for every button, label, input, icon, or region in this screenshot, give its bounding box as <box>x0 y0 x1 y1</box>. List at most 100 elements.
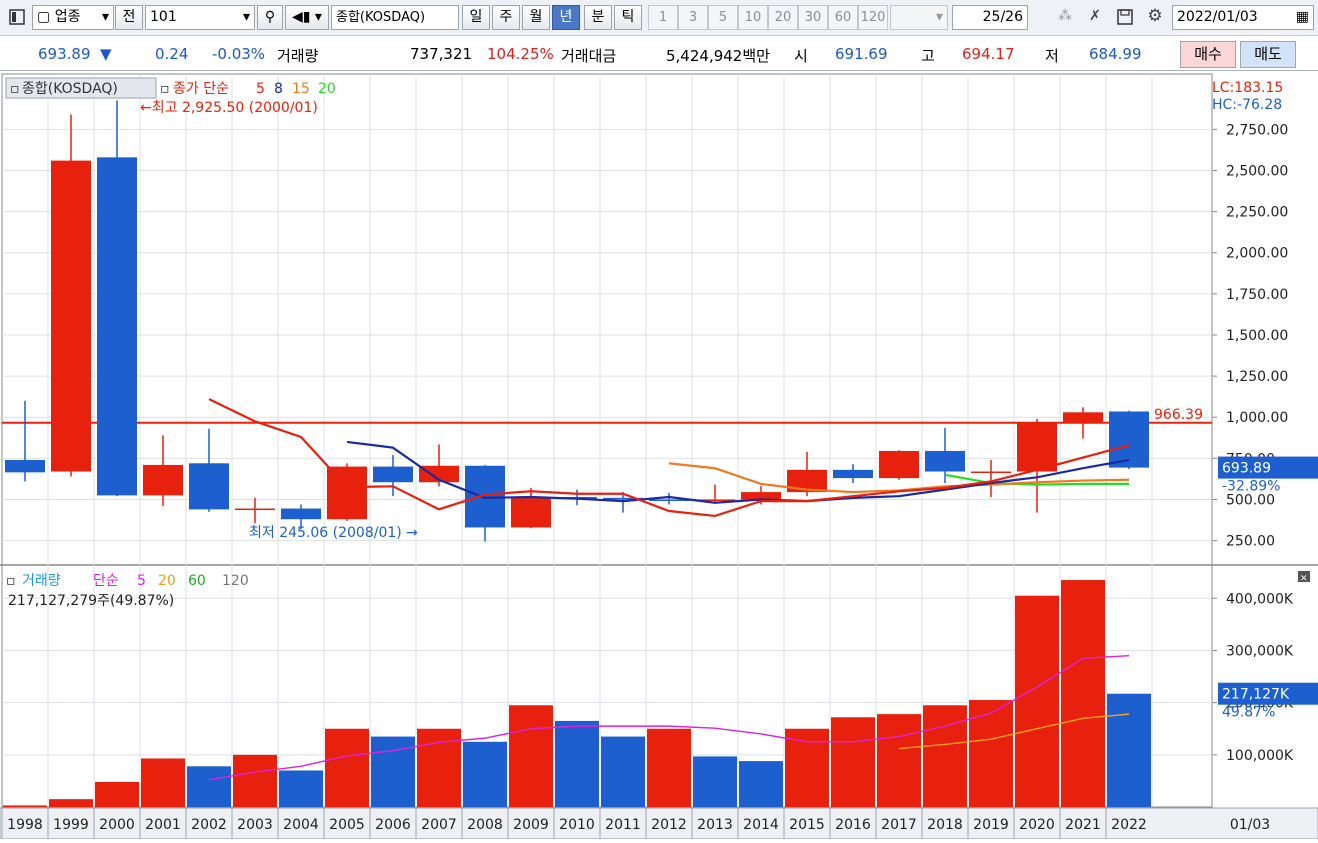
interval-10[interactable]: 10 <box>738 5 768 30</box>
x-tick-label: 2014 <box>743 817 779 833</box>
high-value: 694.17 <box>962 45 1015 63</box>
candle-body <box>511 497 551 528</box>
vma-legend-20: 20 <box>158 573 176 589</box>
sector-label: 업종 <box>54 9 81 25</box>
hc-label: HC:-76.28 <box>1212 97 1282 113</box>
volume-bar <box>785 728 829 807</box>
candle-body <box>971 471 1011 474</box>
x-tick-label: 2005 <box>329 817 365 833</box>
quote-bar: 693.89 ▼ 0.24 -0.03% 거래량 737,321 104.25%… <box>0 37 1318 71</box>
x-tick-label: 2018 <box>927 817 963 833</box>
checkbox-icon: ▢ <box>37 9 51 25</box>
ma-legend-8: 8 <box>274 81 283 97</box>
vma-legend-5: 5 <box>137 573 146 589</box>
amount-value: 5,424,942백만 <box>666 47 770 65</box>
price-title: 종합(KOSDAQ) <box>22 81 118 97</box>
candle-body <box>327 466 367 520</box>
x-tick-label: 2004 <box>283 817 319 833</box>
volume-bar <box>647 728 691 807</box>
tab-minute[interactable]: 분 <box>584 5 612 30</box>
price-pane: 250.00500.00750.001,000.001,250.001,500.… <box>2 100 1318 550</box>
x-tick-label: 2007 <box>421 817 457 833</box>
sell-button[interactable]: 매도 <box>1240 41 1296 68</box>
buy-button[interactable]: 매수 <box>1180 41 1236 68</box>
price-y-tick-label: 2,250.00 <box>1226 205 1288 221</box>
candle-body <box>281 508 321 520</box>
max-annotation: ←최고 2,925.50 (2000/01) <box>140 100 318 116</box>
x-tick-label: 2008 <box>467 817 503 833</box>
interval-30[interactable]: 30 <box>798 5 828 30</box>
interval-5[interactable]: 5 <box>708 5 738 30</box>
chevron-down-icon: ▾ <box>101 9 109 25</box>
low-label: 저 <box>1045 47 1059 65</box>
x-tick-label: 2016 <box>835 817 871 833</box>
square-icon: ▫ <box>160 81 170 97</box>
tab-day[interactable]: 일 <box>462 5 490 30</box>
candle-body <box>97 157 137 496</box>
price-y-tick-label: 250.00 <box>1226 534 1275 550</box>
draw-tool-icon[interactable]: ✗ <box>1082 5 1108 30</box>
date-input[interactable]: 2022/01/03 ▦ <box>1172 5 1314 30</box>
interval-1[interactable]: 1 <box>648 5 678 30</box>
x-tick-label: 2011 <box>605 817 641 833</box>
volume-bar <box>693 756 737 807</box>
candle-body <box>741 492 781 500</box>
x-tick-label: 2013 <box>697 817 733 833</box>
prev-button[interactable]: 전 <box>115 5 143 30</box>
interval-custom-input[interactable]: ▾ <box>890 5 948 30</box>
price-y-tick-label: 1,750.00 <box>1226 287 1288 303</box>
interval-120[interactable]: 120 <box>858 5 888 30</box>
volume-bar <box>923 705 967 807</box>
gear-icon[interactable]: ⚙ <box>1142 5 1168 30</box>
chevron-down-icon: ▾ <box>935 9 943 25</box>
interval-20[interactable]: 20 <box>768 5 798 30</box>
tab-week[interactable]: 주 <box>492 5 520 30</box>
x-tick-label: 2021 <box>1065 817 1101 833</box>
search-button[interactable]: ⚲ <box>257 5 283 30</box>
candle-settings-icon[interactable]: ⁂ <box>1052 5 1078 30</box>
panel-icon[interactable] <box>4 5 30 30</box>
x-tick-label: 2003 <box>237 817 273 833</box>
candle-body <box>5 460 45 473</box>
page-total: /26 <box>1000 9 1023 25</box>
volume-y-tick-label: 400,000K <box>1226 591 1294 607</box>
toolbar: ▢ 업종 ▾ 전 101 ▾ ⚲ ◀▮ ▾ 종합(KOSDAQ) 일 주 월 년… <box>0 0 1318 36</box>
tab-month[interactable]: 월 <box>522 5 550 30</box>
code-value: 101 <box>150 9 177 25</box>
x-tick-label: 2001 <box>145 817 181 833</box>
volume-value: 737,321 <box>410 45 473 63</box>
x-tick-label: 1999 <box>53 817 89 833</box>
tab-tick[interactable]: 틱 <box>614 5 642 30</box>
volume-bar <box>371 736 415 807</box>
volume-bar <box>187 766 231 807</box>
chart-svg: 250.00500.00750.001,000.001,250.001,500.… <box>0 73 1318 840</box>
tab-year[interactable]: 년 <box>552 5 580 30</box>
x-tick-label: 2019 <box>973 817 1009 833</box>
current-price-label: 693.89 <box>1222 461 1271 477</box>
save-icon[interactable] <box>1112 5 1138 30</box>
amount-label: 거래대금 <box>561 47 617 65</box>
lc-label: LC:183.15 <box>1212 80 1283 96</box>
x-tick-label: 1998 <box>7 817 43 833</box>
candle-body <box>879 450 919 479</box>
date-value: 2022/01/03 <box>1177 9 1258 25</box>
x-tick-label: 2000 <box>99 817 135 833</box>
price-change-pct: -0.03% <box>212 45 266 63</box>
candle-body <box>373 466 413 483</box>
price-y-tick-label: 1,250.00 <box>1226 369 1288 385</box>
x-end-label: 01/03 <box>1230 817 1270 833</box>
volume-bar <box>95 781 139 807</box>
x-tick-label: 2020 <box>1019 817 1055 833</box>
interval-60[interactable]: 60 <box>828 5 858 30</box>
volume-bar <box>969 700 1013 807</box>
x-tick-label: 2006 <box>375 817 411 833</box>
code-input[interactable]: 101 ▾ <box>145 5 255 30</box>
x-tick-label: 2015 <box>789 817 825 833</box>
vma-legend-label: 단순 <box>93 573 119 589</box>
square-icon: ▫ <box>10 81 20 97</box>
volume-bar <box>601 736 645 807</box>
interval-3[interactable]: 3 <box>678 5 708 30</box>
price-change: 0.24 <box>155 45 189 63</box>
speaker-button[interactable]: ◀▮ ▾ <box>285 5 329 30</box>
sector-select[interactable]: ▢ 업종 ▾ <box>32 5 114 30</box>
